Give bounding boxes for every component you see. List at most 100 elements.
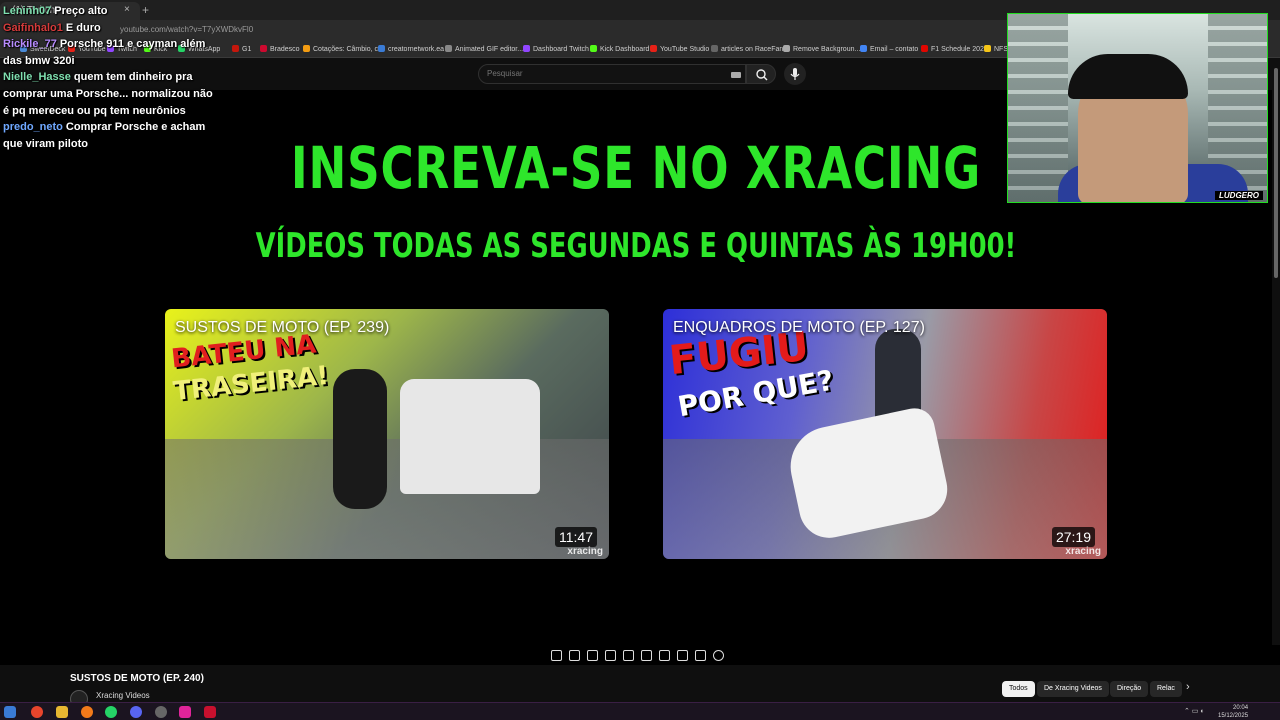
bookmark-favicon-icon bbox=[303, 45, 310, 52]
system-tray-icons[interactable]: ⌃ ▭ ◐ bbox=[1184, 707, 1205, 715]
scrollbar-thumb[interactable] bbox=[1274, 68, 1278, 278]
bookmark-favicon-icon bbox=[378, 45, 385, 52]
app-icon[interactable] bbox=[204, 706, 216, 718]
chat-username[interactable]: predo_neto bbox=[3, 121, 63, 133]
search-input[interactable] bbox=[487, 69, 707, 78]
search-box[interactable] bbox=[478, 64, 746, 84]
keyboard-icon[interactable] bbox=[731, 72, 741, 78]
bookmark-item[interactable]: Bradesco bbox=[260, 45, 300, 53]
search-icon bbox=[756, 69, 768, 81]
channel-watermark: xracing bbox=[1065, 546, 1101, 557]
end-screen-headline: INSCREVA-SE NO XRACING bbox=[290, 134, 982, 202]
whatsapp-icon[interactable] bbox=[105, 706, 117, 718]
video-info: SUSTOS DE MOTO (EP. 240) Xracing Videos … bbox=[0, 665, 1280, 708]
webcam-bookshelf bbox=[1008, 14, 1068, 202]
bookmark-label: NFS bbox=[994, 46, 1008, 53]
firefox-icon[interactable] bbox=[81, 706, 93, 718]
microphone-icon bbox=[790, 68, 800, 80]
screen: (1) Twitch × + youtube.com/watch?v=T7yXW… bbox=[0, 0, 1280, 720]
settings-icon[interactable] bbox=[713, 650, 724, 661]
video-duration: 27:19 bbox=[1051, 527, 1095, 547]
audio-icon[interactable] bbox=[569, 650, 580, 661]
bookmark-favicon-icon bbox=[783, 45, 790, 52]
app-icon[interactable] bbox=[179, 706, 191, 718]
chips-next-icon[interactable]: › bbox=[1186, 681, 1190, 693]
page-scrollbar[interactable] bbox=[1272, 58, 1280, 645]
player-toolbar bbox=[545, 648, 725, 664]
filter-chip[interactable]: Relac bbox=[1150, 681, 1182, 697]
video-title: SUSTOS DE MOTO (EP. 240) bbox=[70, 673, 204, 684]
bookmark-item[interactable]: NFS bbox=[984, 45, 1008, 53]
voice-search-button[interactable] bbox=[784, 63, 806, 85]
fullscreen-icon[interactable] bbox=[641, 650, 652, 661]
bookmark-favicon-icon bbox=[860, 45, 867, 52]
stream-chat-overlay: Leninh07 Preço alto Gaifinhalo1 E duro Ricki… bbox=[3, 3, 218, 152]
bookmark-label: Email – contato bbox=[870, 46, 919, 53]
folder-icon[interactable] bbox=[56, 706, 68, 718]
chat-text: E duro bbox=[65, 21, 101, 34]
chat-username[interactable]: Leninh07 bbox=[3, 5, 51, 17]
bookmark-label: Bradesco bbox=[270, 46, 300, 53]
subtitles-icon[interactable] bbox=[623, 650, 634, 661]
bookmark-item[interactable]: creatornetwork.ea bbox=[378, 45, 444, 53]
webcam-label: LUDGERO bbox=[1215, 191, 1263, 200]
chat-message: predo_neto Comprar Porsche e acham que vi… bbox=[3, 119, 218, 152]
theater-icon[interactable] bbox=[605, 650, 616, 661]
channel-watermark: xracing bbox=[567, 546, 603, 557]
tray-clock[interactable]: 20:04 15/12/2025 bbox=[1218, 704, 1248, 720]
bookmark-item[interactable]: Animated GIF editor... bbox=[445, 45, 523, 53]
bookmark-favicon-icon bbox=[590, 45, 597, 52]
bookmark-favicon-icon bbox=[984, 45, 991, 52]
search-button[interactable] bbox=[746, 64, 776, 84]
filter-chip[interactable]: Direção bbox=[1110, 681, 1149, 697]
chat-message: Gaifinhalo1 E duro bbox=[3, 20, 218, 37]
bookmark-item[interactable]: Kick Dashboard bbox=[590, 45, 649, 53]
bookmark-favicon-icon bbox=[232, 45, 239, 52]
end-screen-subheadline: VÍDEOS TODAS AS SEGUNDAS E QUINTAS ÀS 19… bbox=[255, 226, 1017, 266]
bookmark-item[interactable]: Remove Backgroun... bbox=[783, 45, 860, 53]
bookmark-favicon-icon bbox=[523, 45, 530, 52]
filter-chip[interactable]: De Xracing Videos bbox=[1037, 681, 1109, 697]
start-icon[interactable] bbox=[4, 706, 16, 718]
bookmark-favicon-icon bbox=[260, 45, 267, 52]
bookmark-item[interactable]: Cotações: Câmbio, c... bbox=[303, 45, 384, 53]
filter-chip[interactable]: Todos bbox=[1002, 681, 1035, 697]
chat-message: Rickile_77 Porsche 911 e cayman além das … bbox=[3, 36, 218, 69]
bookmark-label: F1 Schedule 2026 bbox=[931, 46, 988, 53]
chat-message: Nielle_Hasse quem tem dinheiro pra compra… bbox=[3, 69, 218, 119]
thumbnail-motorcycle bbox=[333, 369, 387, 509]
end-screen-video-card[interactable]: BATEU NA TRASEIRA! SUSTOS DE MOTO (EP. 2… bbox=[165, 309, 609, 559]
bookmark-label: Dashboard Twitch bbox=[533, 46, 589, 53]
obs-icon[interactable] bbox=[155, 706, 167, 718]
bookmark-item[interactable]: Email – contato bbox=[860, 45, 918, 53]
bookmark-label: Cotações: Câmbio, c... bbox=[313, 46, 384, 53]
clock-time: 20:04 bbox=[1233, 705, 1249, 711]
chat-username[interactable]: Gaifinhalo1 bbox=[3, 22, 63, 34]
streamer-webcam: LUDGERO bbox=[1007, 13, 1268, 203]
speed-icon[interactable] bbox=[659, 650, 670, 661]
bookmark-favicon-icon bbox=[921, 45, 928, 52]
card-title: SUSTOS DE MOTO (EP. 239) bbox=[175, 319, 390, 336]
bookmark-label: G1 bbox=[242, 46, 252, 53]
bookmark-item[interactable]: Dashboard Twitch bbox=[523, 45, 589, 53]
bookmark-item[interactable]: G1 bbox=[232, 45, 251, 53]
channel-name[interactable]: Xracing Videos bbox=[96, 691, 150, 700]
chat-username[interactable]: Nielle_Hasse bbox=[3, 71, 71, 83]
loop-icon[interactable] bbox=[551, 650, 562, 661]
end-screen-video-card[interactable]: FUGIU POR QUE? ENQUADROS DE MOTO (EP. 12… bbox=[663, 309, 1107, 559]
video-duration: 11:47 bbox=[555, 527, 597, 547]
bookmark-item[interactable]: F1 Schedule 2026 bbox=[921, 45, 988, 53]
screenshot-icon[interactable] bbox=[695, 650, 706, 661]
bookmark-item[interactable]: YouTube Studio bbox=[650, 45, 709, 53]
clock-date: 15/12/2025 bbox=[1218, 713, 1249, 719]
chat-username[interactable]: Rickile_77 bbox=[3, 38, 57, 50]
bookmark-label: Remove Backgroun... bbox=[793, 46, 861, 53]
chrome-icon[interactable] bbox=[31, 706, 43, 718]
discord-icon[interactable] bbox=[130, 706, 142, 718]
pip-icon[interactable] bbox=[587, 650, 598, 661]
bookmark-item[interactable]: articles on RaceFans bbox=[711, 45, 787, 53]
bookmark-label: Animated GIF editor... bbox=[455, 46, 524, 53]
bookmark-favicon-icon bbox=[650, 45, 657, 52]
thumbnail-road bbox=[165, 439, 609, 559]
cast-icon[interactable] bbox=[677, 650, 688, 661]
